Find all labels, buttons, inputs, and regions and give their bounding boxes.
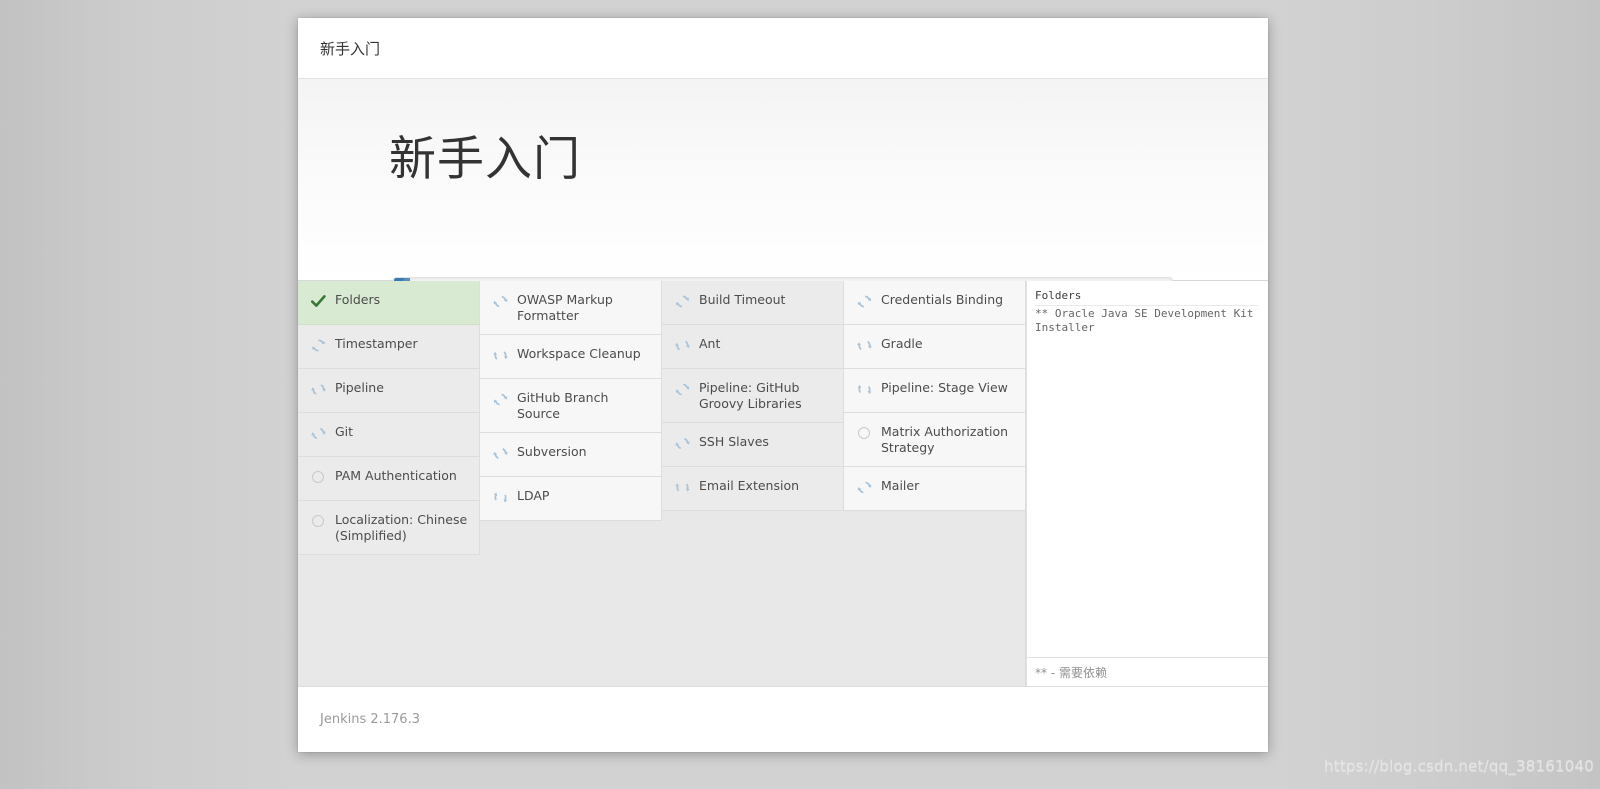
plugin-cell: SSH Slaves bbox=[662, 423, 844, 467]
pending-circle-icon bbox=[308, 469, 328, 485]
spinner-icon bbox=[490, 489, 510, 505]
plugin-name-label: Subversion bbox=[517, 444, 587, 459]
plugin-name-label: Email Extension bbox=[699, 478, 800, 493]
plugin-cell: LDAP bbox=[480, 477, 662, 521]
plugin-cell: Matrix Authorization Strategy bbox=[844, 413, 1026, 467]
plugin-name-label: GitHub Branch Source bbox=[517, 390, 609, 421]
plugin-install-grid: Folders Timestamper Pipeline Git PAM Authent… bbox=[298, 281, 1026, 686]
csdn-watermark: https://blog.csdn.net/qq_38161040 bbox=[1324, 757, 1594, 775]
plugin-name-label: Pipeline: Stage View bbox=[881, 380, 1008, 395]
jenkins-version-label: Jenkins 2.176.3 bbox=[320, 712, 420, 727]
spinner-icon bbox=[490, 293, 510, 309]
install-log-panel: Folders ** Oracle Java SE Development Kit… bbox=[1026, 281, 1268, 686]
plugin-grid-column: Folders Timestamper Pipeline Git PAM Authent… bbox=[298, 281, 480, 555]
plugin-cell: PAM Authentication bbox=[298, 457, 480, 501]
plugin-cell: Gradle bbox=[844, 325, 1026, 369]
plugin-name-label: Mailer bbox=[881, 478, 920, 493]
plugin-name-label: Credentials Binding bbox=[881, 292, 1004, 307]
plugin-name-label: Gradle bbox=[881, 336, 923, 351]
plugin-name-label: OWASP Markup Formatter bbox=[517, 292, 613, 323]
plugin-name-label: Localization: Chinese (Simplified) bbox=[335, 512, 468, 543]
plugin-name-label: Matrix Authorization Strategy bbox=[881, 424, 1009, 455]
hero-band: 新手入门 bbox=[298, 79, 1268, 296]
log-legend: ** - 需要依赖 bbox=[1027, 657, 1268, 686]
plugin-cell: Email Extension bbox=[662, 467, 844, 511]
plugin-name-label: Ant bbox=[699, 336, 721, 351]
plugin-cell: Timestamper bbox=[298, 325, 480, 369]
pending-circle-icon bbox=[854, 425, 874, 441]
spinner-icon bbox=[672, 337, 692, 353]
spinner-icon bbox=[490, 347, 510, 363]
plugin-cell: Git bbox=[298, 413, 480, 457]
pending-circle-icon bbox=[308, 513, 328, 529]
dialog-footer: Jenkins 2.176.3 bbox=[298, 686, 1268, 752]
page-title: 新手入门 bbox=[389, 132, 581, 187]
plugin-name-label: PAM Authentication bbox=[335, 468, 457, 483]
spinner-icon bbox=[672, 479, 692, 495]
plugin-name-label: Folders bbox=[335, 292, 381, 307]
spinner-icon bbox=[854, 381, 874, 397]
plugin-name-label: Build Timeout bbox=[699, 292, 786, 307]
plugin-grid-column: Credentials Binding Gradle Pipeline: Stage… bbox=[844, 281, 1026, 511]
plugin-cell: Subversion bbox=[480, 433, 662, 477]
spinner-icon bbox=[308, 425, 328, 441]
plugin-name-label: Timestamper bbox=[335, 336, 418, 351]
setup-wizard-dialog: 新手入门 新手入门 Folders Timestamper Pipeline Git P… bbox=[298, 18, 1268, 752]
plugin-cell: GitHub Branch Source bbox=[480, 379, 662, 433]
plugin-name-label: LDAP bbox=[517, 488, 550, 503]
plugin-grid-column: Build Timeout Ant Pipeline: GitHub Groovy … bbox=[662, 281, 844, 511]
spinner-icon bbox=[854, 293, 874, 309]
install-log-line: Folders bbox=[1035, 289, 1258, 306]
install-log-line: ** Oracle Java SE Development Kit Instal… bbox=[1035, 306, 1261, 335]
spinner-icon bbox=[308, 381, 328, 397]
plugin-cell: Pipeline: GitHub Groovy Libraries bbox=[662, 369, 844, 423]
install-log-scroll[interactable]: Folders ** Oracle Java SE Development Kit… bbox=[1027, 281, 1268, 657]
plugin-cell: Localization: Chinese (Simplified) bbox=[298, 501, 480, 555]
plugin-cell: Credentials Binding bbox=[844, 281, 1026, 325]
plugin-grid-column: OWASP Markup Formatter Workspace Cleanup G… bbox=[480, 281, 662, 521]
plugin-name-label: Pipeline bbox=[335, 380, 384, 395]
spinner-icon bbox=[490, 445, 510, 461]
spinner-icon bbox=[672, 435, 692, 451]
spinner-icon bbox=[490, 391, 510, 407]
check-icon bbox=[308, 293, 328, 309]
plugin-cell: Workspace Cleanup bbox=[480, 335, 662, 379]
plugin-name-label: Workspace Cleanup bbox=[517, 346, 641, 361]
plugin-cell: Folders bbox=[298, 281, 480, 325]
spinner-icon bbox=[672, 293, 692, 309]
plugin-name-label: SSH Slaves bbox=[699, 434, 769, 449]
spinner-icon bbox=[854, 479, 874, 495]
plugin-cell: Pipeline bbox=[298, 369, 480, 413]
dialog-title-text: 新手入门 bbox=[320, 39, 381, 58]
spinner-icon bbox=[854, 337, 874, 353]
plugin-cell: Ant bbox=[662, 325, 844, 369]
plugin-cell: Mailer bbox=[844, 467, 1026, 511]
dialog-titlebar: 新手入门 bbox=[298, 18, 1268, 79]
plugin-cell: Pipeline: Stage View bbox=[844, 369, 1026, 413]
wizard-body: Folders Timestamper Pipeline Git PAM Authent… bbox=[298, 281, 1268, 686]
plugin-cell: Build Timeout bbox=[662, 281, 844, 325]
spinner-icon bbox=[308, 337, 328, 353]
plugin-name-label: Pipeline: GitHub Groovy Libraries bbox=[699, 380, 802, 411]
plugin-cell: OWASP Markup Formatter bbox=[480, 281, 662, 335]
plugin-name-label: Git bbox=[335, 424, 354, 439]
spinner-icon bbox=[672, 381, 692, 397]
